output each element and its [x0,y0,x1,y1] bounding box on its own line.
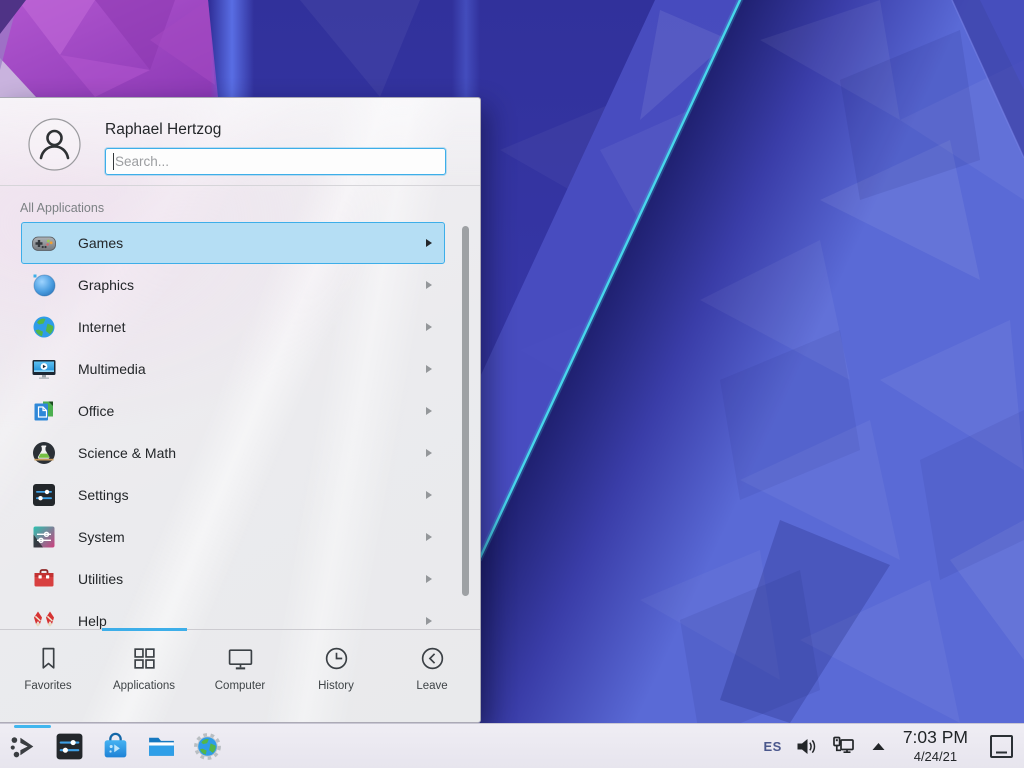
flask-icon [31,440,57,466]
dolphin-button[interactable] [146,731,177,762]
dolphin-folder-icon [146,731,177,762]
kickoff-launcher-button[interactable] [8,731,39,762]
computer-icon [227,645,254,672]
submenu-arrow-icon [426,407,432,415]
tab-label: Applications [113,680,175,692]
submenu-arrow-icon [426,491,432,499]
tab-computer[interactable]: Computer [192,645,288,692]
keyboard-layout-indicator[interactable]: ES [763,739,781,754]
show-desktop-button[interactable] [988,733,1015,760]
category-label: Games [78,235,426,251]
expand-tray-arrow-icon[interactable] [870,738,887,755]
help-arrows-icon [31,608,57,631]
category-internet[interactable]: Internet [21,306,445,348]
user-avatar[interactable] [28,118,81,171]
leave-icon [419,645,446,672]
bookmark-icon [35,645,62,672]
documents-icon [31,398,57,424]
category-label: Multimedia [78,361,426,377]
text-caret [113,153,114,170]
category-label: Science & Math [78,445,426,461]
kickoff-icon [8,731,39,762]
submenu-arrow-icon [426,533,432,541]
active-task-indicator [14,725,51,728]
category-help[interactable]: Help [21,600,445,631]
list-scrollbar[interactable] [462,226,469,596]
category-graphics[interactable]: Graphics [21,264,445,306]
submenu-arrow-icon [426,365,432,373]
section-label: All Applications [20,201,104,215]
category-utilities[interactable]: Utilities [21,558,445,600]
system-settings-button[interactable] [54,731,85,762]
clock-time: 7:03 PM [903,729,968,747]
blue-sphere-icon [31,272,57,298]
launcher-header: Raphael Hertzog [0,98,480,186]
volume-icon[interactable] [794,734,819,759]
system-settings-icon [54,731,85,762]
tab-label: Favorites [24,680,71,692]
user-name: Raphael Hertzog [105,121,448,139]
category-label: System [78,529,426,545]
category-science-math[interactable]: Science & Math [21,432,445,474]
grid-icon [131,645,158,672]
monitor-play-icon [31,356,57,382]
submenu-arrow-icon [426,239,432,247]
submenu-arrow-icon [426,281,432,289]
globe-icon [31,314,57,340]
tab-label: Computer [215,680,266,692]
search-input[interactable] [105,148,446,175]
digital-clock[interactable]: 7:03 PM 4/24/21 [903,729,968,763]
toolbox-icon [31,566,57,592]
gamepad-icon [31,230,57,256]
category-label: Office [78,403,426,419]
category-games[interactable]: Games [21,222,445,264]
category-list: Games Graphics [21,222,445,631]
tab-label: History [318,680,354,692]
submenu-arrow-icon [426,449,432,457]
submenu-arrow-icon [426,323,432,331]
category-system[interactable]: System [21,516,445,558]
sliders-color-icon [31,524,57,550]
application-launcher-popup: Raphael Hertzog All Applications [0,97,481,723]
submenu-arrow-icon [426,617,432,625]
category-multimedia[interactable]: Multimedia [21,348,445,390]
tab-label: Leave [416,680,447,692]
category-settings[interactable]: Settings [21,474,445,516]
konqueror-button[interactable] [192,731,223,762]
category-label: Settings [78,487,426,503]
tab-applications[interactable]: Applications [96,645,192,692]
wired-network-icon[interactable] [831,733,858,760]
discover-icon [100,731,131,762]
category-label: Help [78,613,426,629]
discover-button[interactable] [100,731,131,762]
category-office[interactable]: Office [21,390,445,432]
taskbar-panel: ES 7:03 PM 4/24/21 [0,723,1024,768]
sliders-dark-icon [31,482,57,508]
category-label: Graphics [78,277,426,293]
konqueror-globe-gear-icon [192,731,223,762]
system-tray: ES 7:03 PM 4/24/21 [763,729,1024,763]
launcher-tab-bar: Favorites Applications Computer [0,629,480,722]
active-tab-indicator [102,628,187,631]
category-label: Internet [78,319,426,335]
tab-leave[interactable]: Leave [384,645,480,692]
tab-history[interactable]: History [288,645,384,692]
clock-icon [323,645,350,672]
submenu-arrow-icon [426,575,432,583]
tab-favorites[interactable]: Favorites [0,645,96,692]
clock-date: 4/24/21 [914,750,957,763]
category-label: Utilities [78,571,426,587]
